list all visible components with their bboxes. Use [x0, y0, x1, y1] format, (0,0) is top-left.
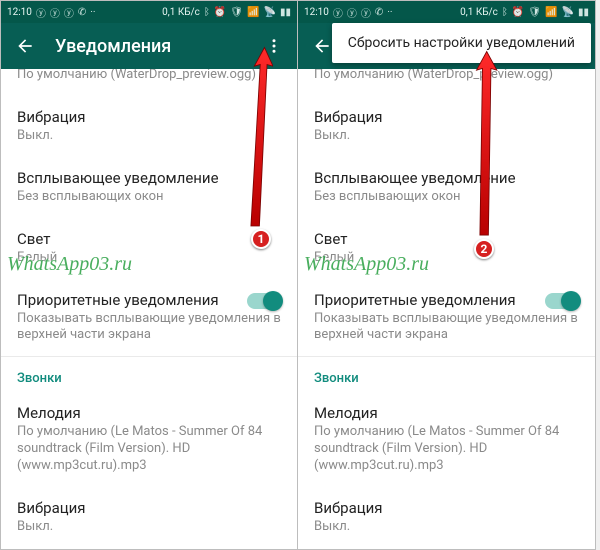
- setting-popup[interactable]: Всплывающее уведомление Без всплывающих …: [298, 157, 595, 218]
- more-notifs-icon: ··: [90, 7, 95, 18]
- whatsapp-icon: ✆: [78, 7, 86, 18]
- setting-sub: Без всплывающих окон: [314, 189, 579, 206]
- appbar: Уведомления: [1, 23, 297, 69]
- setting-sub: Без всплывающих окон: [17, 189, 281, 206]
- setting-title: Вибрация: [17, 108, 281, 126]
- setting-title: Вибрация: [314, 499, 579, 517]
- toggle-switch[interactable]: [545, 293, 579, 309]
- setting-title: Свет: [17, 230, 281, 248]
- setting-sub: По умолчанию (WaterDrop_preview.ogg): [314, 69, 579, 84]
- statusbar: 12:10 ⓨ ⓨ ⓨ ✆ ·· 0,1 КБ/с ᛒ ⏰ 🛡 📶 📡 ▮▮: [1, 1, 297, 23]
- setting-title: Приоритетные уведомления: [17, 291, 281, 309]
- setting-ringtone[interactable]: Мелодия По умолчанию (Le Matos - Summer …: [298, 392, 595, 487]
- annotation-marker: 2: [474, 239, 494, 259]
- back-icon[interactable]: [9, 30, 41, 62]
- vpn-icon: 🛡: [230, 7, 243, 18]
- setting-sub: Показывать всплывающие уведомления в вер…: [314, 311, 579, 345]
- wifi-icon: 📡: [562, 7, 574, 18]
- setting-sound[interactable]: Звук уведомления По умолчанию (WaterDrop…: [298, 69, 595, 96]
- notif-dot-icon: ⓨ: [64, 5, 74, 20]
- setting-sub: Выкл.: [314, 519, 579, 536]
- setting-sub: По умолчанию (WaterDrop_preview.ogg): [17, 69, 281, 84]
- alarm-icon: ⏰: [512, 7, 524, 18]
- page-title: Уведомления: [55, 36, 245, 57]
- setting-light[interactable]: Свет Белый: [298, 218, 595, 279]
- setting-title: Приоритетные уведомления: [314, 291, 579, 309]
- toggle-switch[interactable]: [247, 293, 281, 309]
- setting-popup[interactable]: Всплывающее уведомление Без всплывающих …: [1, 157, 297, 218]
- setting-vibration[interactable]: Вибрация Выкл.: [298, 96, 595, 157]
- setting-title: Вибрация: [17, 499, 281, 517]
- more-notifs-icon: ··: [387, 7, 392, 18]
- overflow-menu-item-reset[interactable]: Сбросить настройки уведомлений: [332, 23, 591, 63]
- whatsapp-icon: ✆: [375, 7, 383, 18]
- setting-ringtone[interactable]: Мелодия По умолчанию (Le Matos - Summer …: [1, 392, 297, 487]
- setting-vibration[interactable]: Вибрация Выкл.: [1, 96, 297, 157]
- setting-priority[interactable]: Приоритетные уведомления Показывать вспл…: [1, 279, 297, 357]
- setting-sub: Выкл.: [314, 128, 579, 145]
- setting-priority[interactable]: Приоритетные уведомления Показывать вспл…: [298, 279, 595, 357]
- bluetooth-icon: ᛒ: [502, 7, 508, 18]
- setting-call-vibration[interactable]: Вибрация Выкл.: [1, 487, 297, 548]
- notif-dot-icon: ⓨ: [347, 5, 357, 20]
- setting-sub: Выкл.: [17, 519, 281, 536]
- setting-sub: Выкл.: [17, 128, 281, 145]
- setting-title: Вибрация: [314, 108, 579, 126]
- setting-sub: По умолчанию (Le Matos - Summer Of 84 so…: [314, 424, 579, 475]
- status-time: 12:10: [7, 7, 32, 18]
- setting-title: Свет: [314, 230, 579, 248]
- setting-light[interactable]: Свет Белый: [1, 218, 297, 279]
- setting-sound[interactable]: Звук уведомления По умолчанию (WaterDrop…: [1, 69, 297, 96]
- signal-icon: 📶: [247, 7, 259, 18]
- alarm-icon: ⏰: [214, 7, 226, 18]
- setting-title: Всплывающее уведомление: [17, 169, 281, 187]
- annotation-marker: 1: [251, 229, 271, 249]
- setting-sub: Белый: [17, 250, 281, 267]
- notif-dot-icon: ⓨ: [50, 5, 60, 20]
- phone-left: 12:10 ⓨ ⓨ ⓨ ✆ ·· 0,1 КБ/с ᛒ ⏰ 🛡 📶 📡 ▮▮ У…: [0, 0, 298, 550]
- notif-dot-icon: ⓨ: [36, 5, 46, 20]
- status-time: 12:10: [304, 7, 329, 18]
- status-net: 0,1 КБ/с: [460, 7, 498, 18]
- setting-title: Всплывающее уведомление: [314, 169, 579, 187]
- notif-dot-icon: ⓨ: [333, 5, 343, 20]
- phone-right: 12:10 ⓨ ⓨ ⓨ ✆ ·· 0,1 КБ/с ᛒ ⏰ 🛡 📶 📡 ▮▮ С…: [298, 0, 596, 550]
- setting-title: Мелодия: [17, 404, 281, 422]
- section-header-calls: Звонки: [298, 357, 595, 392]
- battery-icon: ▮▮: [280, 7, 291, 18]
- battery-icon: ▮▮: [578, 7, 589, 18]
- statusbar: 12:10 ⓨ ⓨ ⓨ ✆ ·· 0,1 КБ/с ᛒ ⏰ 🛡 📶 📡 ▮▮: [298, 1, 595, 23]
- setting-call-vibration[interactable]: Вибрация Выкл.: [298, 487, 595, 548]
- bluetooth-icon: ᛒ: [204, 7, 210, 18]
- notif-dot-icon: ⓨ: [361, 5, 371, 20]
- overflow-menu-icon[interactable]: [259, 31, 289, 61]
- setting-sub: По умолчанию (Le Matos - Summer Of 84 so…: [17, 424, 281, 475]
- section-header-calls: Звонки: [1, 357, 297, 392]
- settings-list[interactable]: Звук уведомления По умолчанию (WaterDrop…: [298, 69, 595, 549]
- settings-list[interactable]: Звук уведомления По умолчанию (WaterDrop…: [1, 69, 297, 549]
- vpn-icon: 🛡: [528, 7, 541, 18]
- signal-icon: 📶: [545, 7, 557, 18]
- status-net: 0,1 КБ/с: [162, 7, 200, 18]
- setting-sub: Показывать всплывающие уведомления в вер…: [17, 311, 281, 345]
- setting-sub: Белый: [314, 250, 579, 267]
- wifi-icon: 📡: [264, 7, 276, 18]
- setting-title: Мелодия: [314, 404, 579, 422]
